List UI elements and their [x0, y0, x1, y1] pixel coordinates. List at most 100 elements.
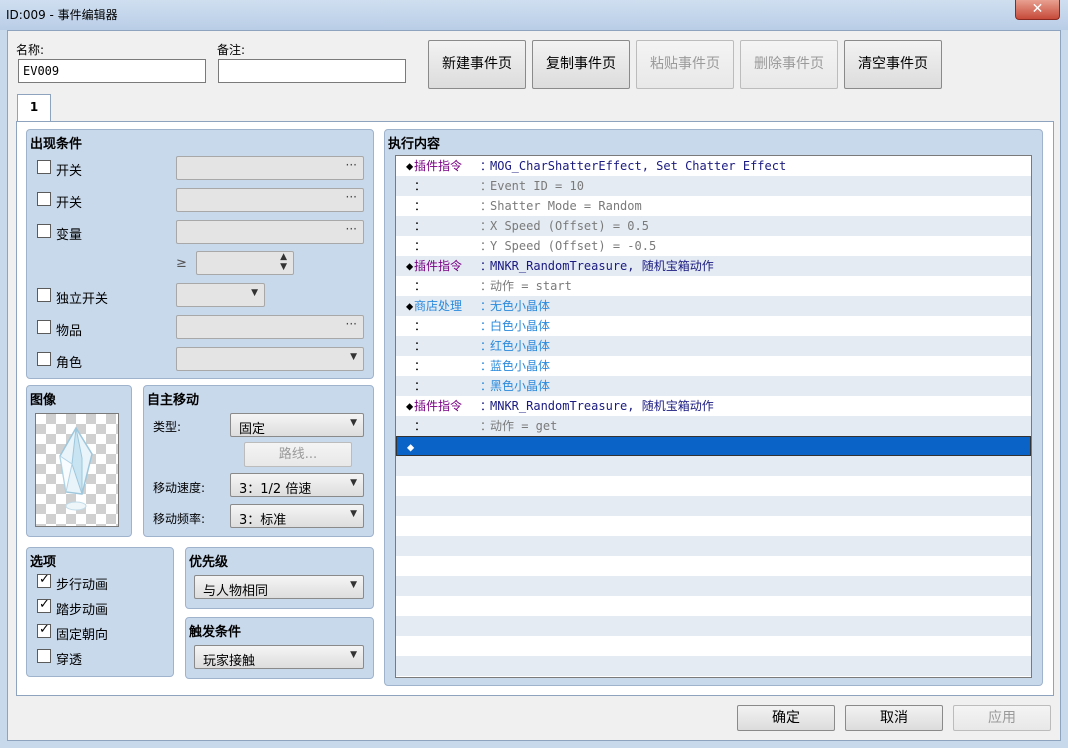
command-row[interactable]: ：：红色小晶体	[396, 336, 1031, 356]
command-row[interactable]: ：：动作 = start	[396, 276, 1031, 296]
close-button[interactable]: ✕	[1015, 0, 1060, 20]
command-row[interactable]: ：：黑色小晶体	[396, 376, 1031, 396]
cancel-button[interactable]: 取消	[845, 705, 943, 731]
stepping-anim-label: 踏步动画	[56, 603, 109, 618]
command-name: ：	[414, 279, 427, 293]
self-switch-checkbox[interactable]	[37, 288, 51, 302]
frequency-select[interactable]: 3：标准 ▼	[230, 504, 364, 528]
self-switch-select[interactable]: ▼	[176, 283, 265, 307]
command-name: 插件指令	[414, 259, 463, 273]
row-marker	[406, 176, 413, 196]
empty-row	[396, 556, 1031, 576]
command-name: 商店处理	[414, 299, 463, 313]
empty-row	[396, 616, 1031, 636]
command-row[interactable]: ：：蓝色小晶体	[396, 356, 1031, 376]
switch2-checkbox[interactable]	[37, 192, 51, 206]
conditions-title: 出现条件	[30, 137, 83, 152]
command-params: 蓝色小晶体	[490, 359, 551, 373]
item-field[interactable]: ···	[176, 315, 364, 339]
row-marker	[406, 196, 413, 216]
row-marker	[406, 416, 413, 436]
command-row[interactable]: ◆ 插件指令： MNKR_RandomTreasure, 随机宝箱动作	[396, 396, 1031, 416]
priority-title: 优先级	[189, 555, 229, 570]
speed-select[interactable]: 3：1/2 倍速 ▼	[230, 473, 364, 497]
switch1-field[interactable]: ···	[176, 156, 364, 180]
command-row[interactable]: ◆ 商店处理：无色小晶体	[396, 296, 1031, 316]
trigger-value: 玩家接触	[203, 654, 256, 669]
walking-anim-checkbox[interactable]	[37, 572, 51, 588]
ellipsis-icon: ···	[345, 222, 357, 236]
command-params: 动作 = start	[490, 279, 572, 293]
command-name: ：	[414, 179, 427, 193]
command-list[interactable]: ◆ 插件指令： MOG_CharShatterEffect, Set Chatter…	[395, 155, 1032, 678]
copy-page-button[interactable]: 复制事件页	[532, 40, 630, 89]
row-marker	[406, 216, 413, 236]
ge-symbol: ≥	[176, 256, 187, 271]
empty-row	[396, 636, 1031, 656]
command-row[interactable]: ：： X Speed (Offset) = 0.5	[396, 216, 1031, 236]
priority-select[interactable]: 与人物相同 ▼	[194, 575, 364, 599]
variable-value-spinner[interactable]: ▲ ▼	[196, 251, 294, 275]
type-select[interactable]: 固定 ▼	[230, 413, 364, 437]
through-checkbox[interactable]	[37, 649, 51, 663]
new-page-button[interactable]: 新建事件页	[428, 40, 526, 89]
stepping-anim-checkbox[interactable]	[37, 597, 51, 613]
variable-field[interactable]: ···	[176, 220, 364, 244]
command-params: X Speed (Offset) = 0.5	[490, 219, 649, 233]
command-row[interactable]: ：： Shatter Mode = Random	[396, 196, 1031, 216]
chevron-down-icon: ▼	[350, 580, 357, 590]
frequency-value: 3：标准	[239, 513, 287, 528]
apply-button[interactable]: 应用	[953, 705, 1051, 731]
dialog-body: 名称: EV009 备注: 新建事件页 复制事件页 粘贴事件页 删除事件页 清空…	[7, 30, 1061, 741]
direction-fix-checkbox[interactable]	[37, 622, 51, 638]
actor-checkbox[interactable]	[37, 352, 51, 366]
row-marker	[406, 376, 413, 396]
switch1-checkbox[interactable]	[37, 160, 51, 174]
delete-page-button[interactable]: 删除事件页	[740, 40, 838, 89]
spin-up-icon[interactable]: ▲	[280, 252, 287, 262]
command-params: 无色小晶体	[490, 299, 551, 313]
actor-select[interactable]: ▼	[176, 347, 364, 371]
name-input[interactable]: EV009	[18, 59, 206, 83]
row-marker: ◆	[407, 440, 415, 454]
switch2-label: 开关	[56, 196, 83, 211]
command-row[interactable]: ：： Event ID = 10	[396, 176, 1031, 196]
command-params: MNKR_RandomTreasure, 随机宝箱动作	[490, 259, 714, 273]
options-panel: 选项 步行动画 踏步动画 固定朝向 穿透	[26, 547, 174, 677]
chevron-down-icon: ▼	[350, 418, 357, 428]
row-marker: ◆	[406, 299, 414, 313]
command-name: ：	[414, 319, 427, 333]
ellipsis-icon: ···	[345, 190, 357, 204]
trigger-title: 触发条件	[189, 625, 242, 640]
command-row[interactable]: ◆	[396, 436, 1031, 456]
command-row[interactable]: ：：白色小晶体	[396, 316, 1031, 336]
command-row[interactable]: ：：动作 = get	[396, 416, 1031, 436]
switch2-field[interactable]: ···	[176, 188, 364, 212]
trigger-select[interactable]: 玩家接触 ▼	[194, 645, 364, 669]
command-row[interactable]: ◆ 插件指令： MOG_CharShatterEffect, Set Chatter…	[396, 156, 1031, 176]
speed-value: 3：1/2 倍速	[239, 482, 312, 497]
paste-page-button[interactable]: 粘贴事件页	[636, 40, 734, 89]
window-title: ID:009 - 事件编辑器	[6, 8, 118, 22]
movement-panel: 自主移动 类型: 固定 ▼ 路线... 移动速度: 3：1/2 倍速 ▼ 移动频率:…	[143, 385, 374, 537]
command-params: 白色小晶体	[490, 319, 551, 333]
command-name: ：	[414, 239, 427, 253]
self-switch-label: 独立开关	[56, 292, 109, 307]
item-checkbox[interactable]	[37, 320, 51, 334]
note-label: 备注:	[217, 43, 246, 57]
command-row[interactable]: ◆ 插件指令： MNKR_RandomTreasure, 随机宝箱动作	[396, 256, 1031, 276]
variable-checkbox[interactable]	[37, 224, 51, 238]
command-row[interactable]: ：： Y Speed (Offset) = -0.5	[396, 236, 1031, 256]
spin-down-icon[interactable]: ▼	[280, 262, 287, 272]
ok-button[interactable]: 确定	[737, 705, 835, 731]
clear-page-button[interactable]: 清空事件页	[844, 40, 942, 89]
trigger-panel: 触发条件 玩家接触 ▼	[185, 617, 374, 679]
empty-row	[396, 456, 1031, 476]
note-input[interactable]	[218, 59, 406, 83]
tab-page-1[interactable]: 1	[17, 94, 51, 122]
command-params: Y Speed (Offset) = -0.5	[490, 239, 657, 253]
command-name: ：	[414, 199, 427, 213]
route-button[interactable]: 路线...	[244, 442, 352, 467]
command-params: 红色小晶体	[490, 339, 551, 353]
event-image[interactable]	[35, 413, 119, 527]
